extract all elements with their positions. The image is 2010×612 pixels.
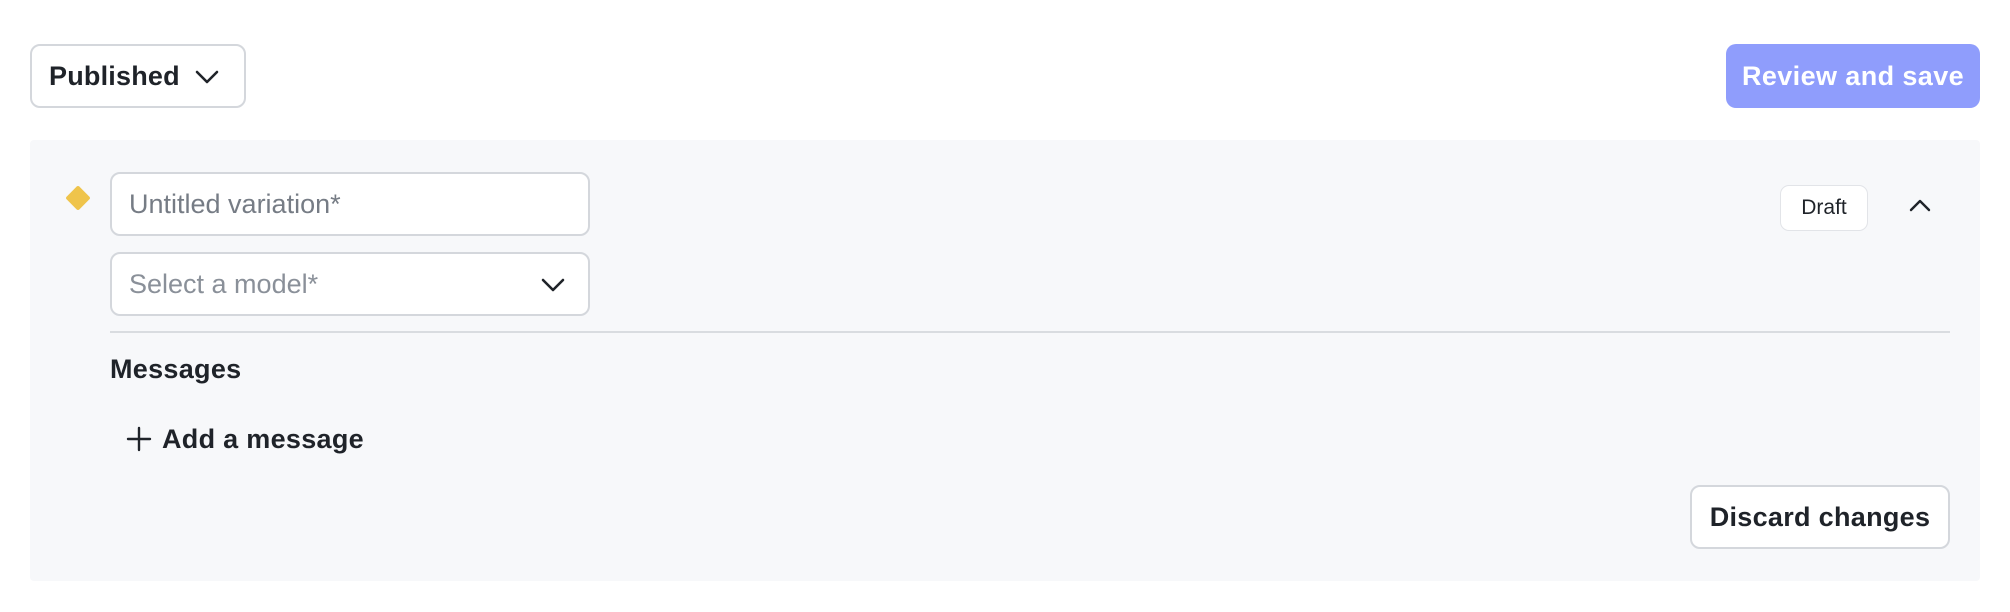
chevron-down-icon: [541, 278, 565, 292]
add-message-button[interactable]: Add a message: [126, 416, 364, 462]
review-and-save-button[interactable]: Review and save: [1726, 44, 1980, 108]
diamond-icon: [65, 185, 91, 211]
chevron-up-icon: [1909, 199, 1931, 212]
variation-name-input[interactable]: [110, 172, 590, 236]
variation-panel: Select a model* Draft Messages Add a mes…: [30, 140, 1980, 581]
section-divider: [110, 331, 1950, 333]
plus-icon: [126, 426, 152, 452]
status-badge: Draft: [1780, 185, 1868, 231]
model-select-placeholder: Select a model*: [129, 268, 319, 299]
chevron-down-icon: [195, 70, 219, 84]
collapse-button[interactable]: [1902, 190, 1938, 220]
messages-heading: Messages: [110, 354, 242, 384]
status-dropdown[interactable]: Published: [30, 44, 246, 108]
model-select[interactable]: Select a model*: [110, 252, 590, 316]
status-dropdown-label: Published: [49, 60, 180, 91]
add-message-label: Add a message: [162, 423, 364, 454]
variation-editor-page: Published Review and save Select a model…: [0, 0, 2010, 612]
discard-changes-button[interactable]: Discard changes: [1690, 485, 1950, 549]
